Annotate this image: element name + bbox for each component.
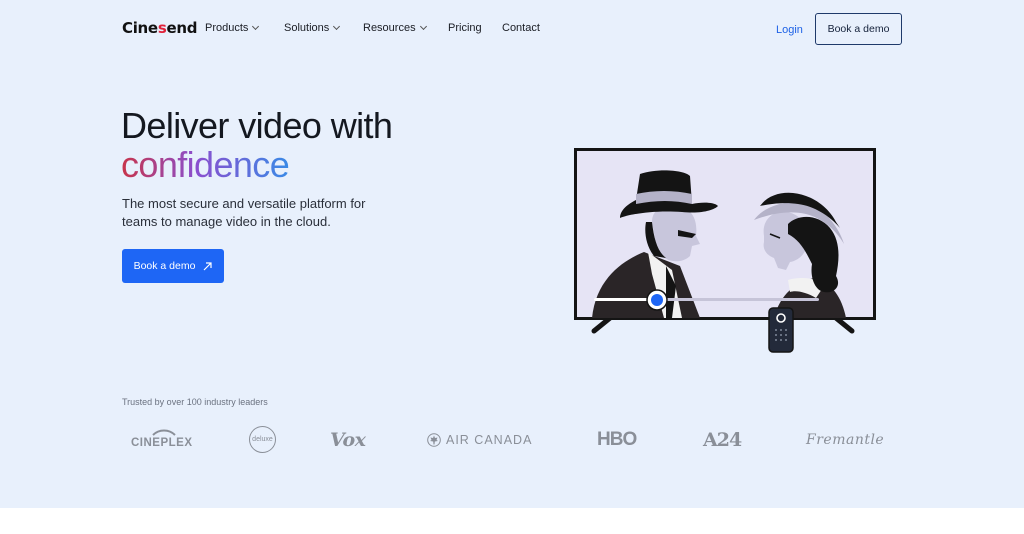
remote-control-icon [768,307,794,353]
nav-item-resources[interactable]: Resources [363,22,427,34]
brand-text: Vox [330,429,366,451]
nav-item-label: Resources [363,22,416,34]
cta-label: Book a demo [133,260,196,272]
nav-item-label: Solutions [284,22,330,34]
air-canada-logo: AIR CANADA [427,428,532,452]
nav-item-pricing[interactable]: Pricing [448,22,482,34]
book-demo-nav-button[interactable]: Book a demo [815,13,902,45]
tv-illustration [574,148,876,353]
hero-headline: Deliver video with confidence [121,105,393,185]
nav-item-label: Products [205,22,249,34]
nav-item-label: Pricing [448,22,482,34]
login-link[interactable]: Login [776,24,803,36]
headline-line-1: Deliver video with [121,105,393,146]
vox-logo: Vox [330,428,366,452]
deluxe-logo: deluxe [249,425,276,453]
top-navigation: Cinesend Products Solutions Resources Pr… [0,0,1024,60]
arrow-up-right-icon [203,261,213,271]
hero-subtext: The most secure and versatile platform f… [122,196,366,229]
fremantle-logo: Fremantle [806,428,884,452]
headline-gradient-word: confidence [121,144,290,185]
logo-text-suffix: end [166,19,198,37]
brand-text: deluxe [252,435,273,443]
cinesend-logo[interactable]: Cinesend [122,19,197,37]
trusted-label: Trusted by over 100 industry leaders [122,397,268,407]
tv-scene-svg [574,148,876,353]
nav-item-solutions[interactable]: Solutions [284,22,341,34]
brand-text: A24 [703,429,742,451]
nav-item-contact[interactable]: Contact [502,22,540,34]
chevron-down-icon [252,22,260,31]
nav-item-label: Contact [502,22,540,34]
chevron-down-icon [333,22,341,31]
logo-text-prefix: Cine [122,19,158,37]
cineplex-logo: CINEPLEX [131,428,197,452]
brand-text: Fremantle [806,432,885,448]
book-demo-cta-button[interactable]: Book a demo [122,249,224,283]
hbo-logo: HBO [597,428,637,452]
brand-text: AIR CANADA [446,433,533,447]
brand-text: HBO [597,429,637,450]
chevron-down-icon [419,22,427,31]
maple-leaf-icon [427,433,441,447]
brand-text: CINEPLEX [131,437,193,449]
nav-item-products[interactable]: Products [205,22,260,34]
a24-logo: A24 [703,428,742,452]
